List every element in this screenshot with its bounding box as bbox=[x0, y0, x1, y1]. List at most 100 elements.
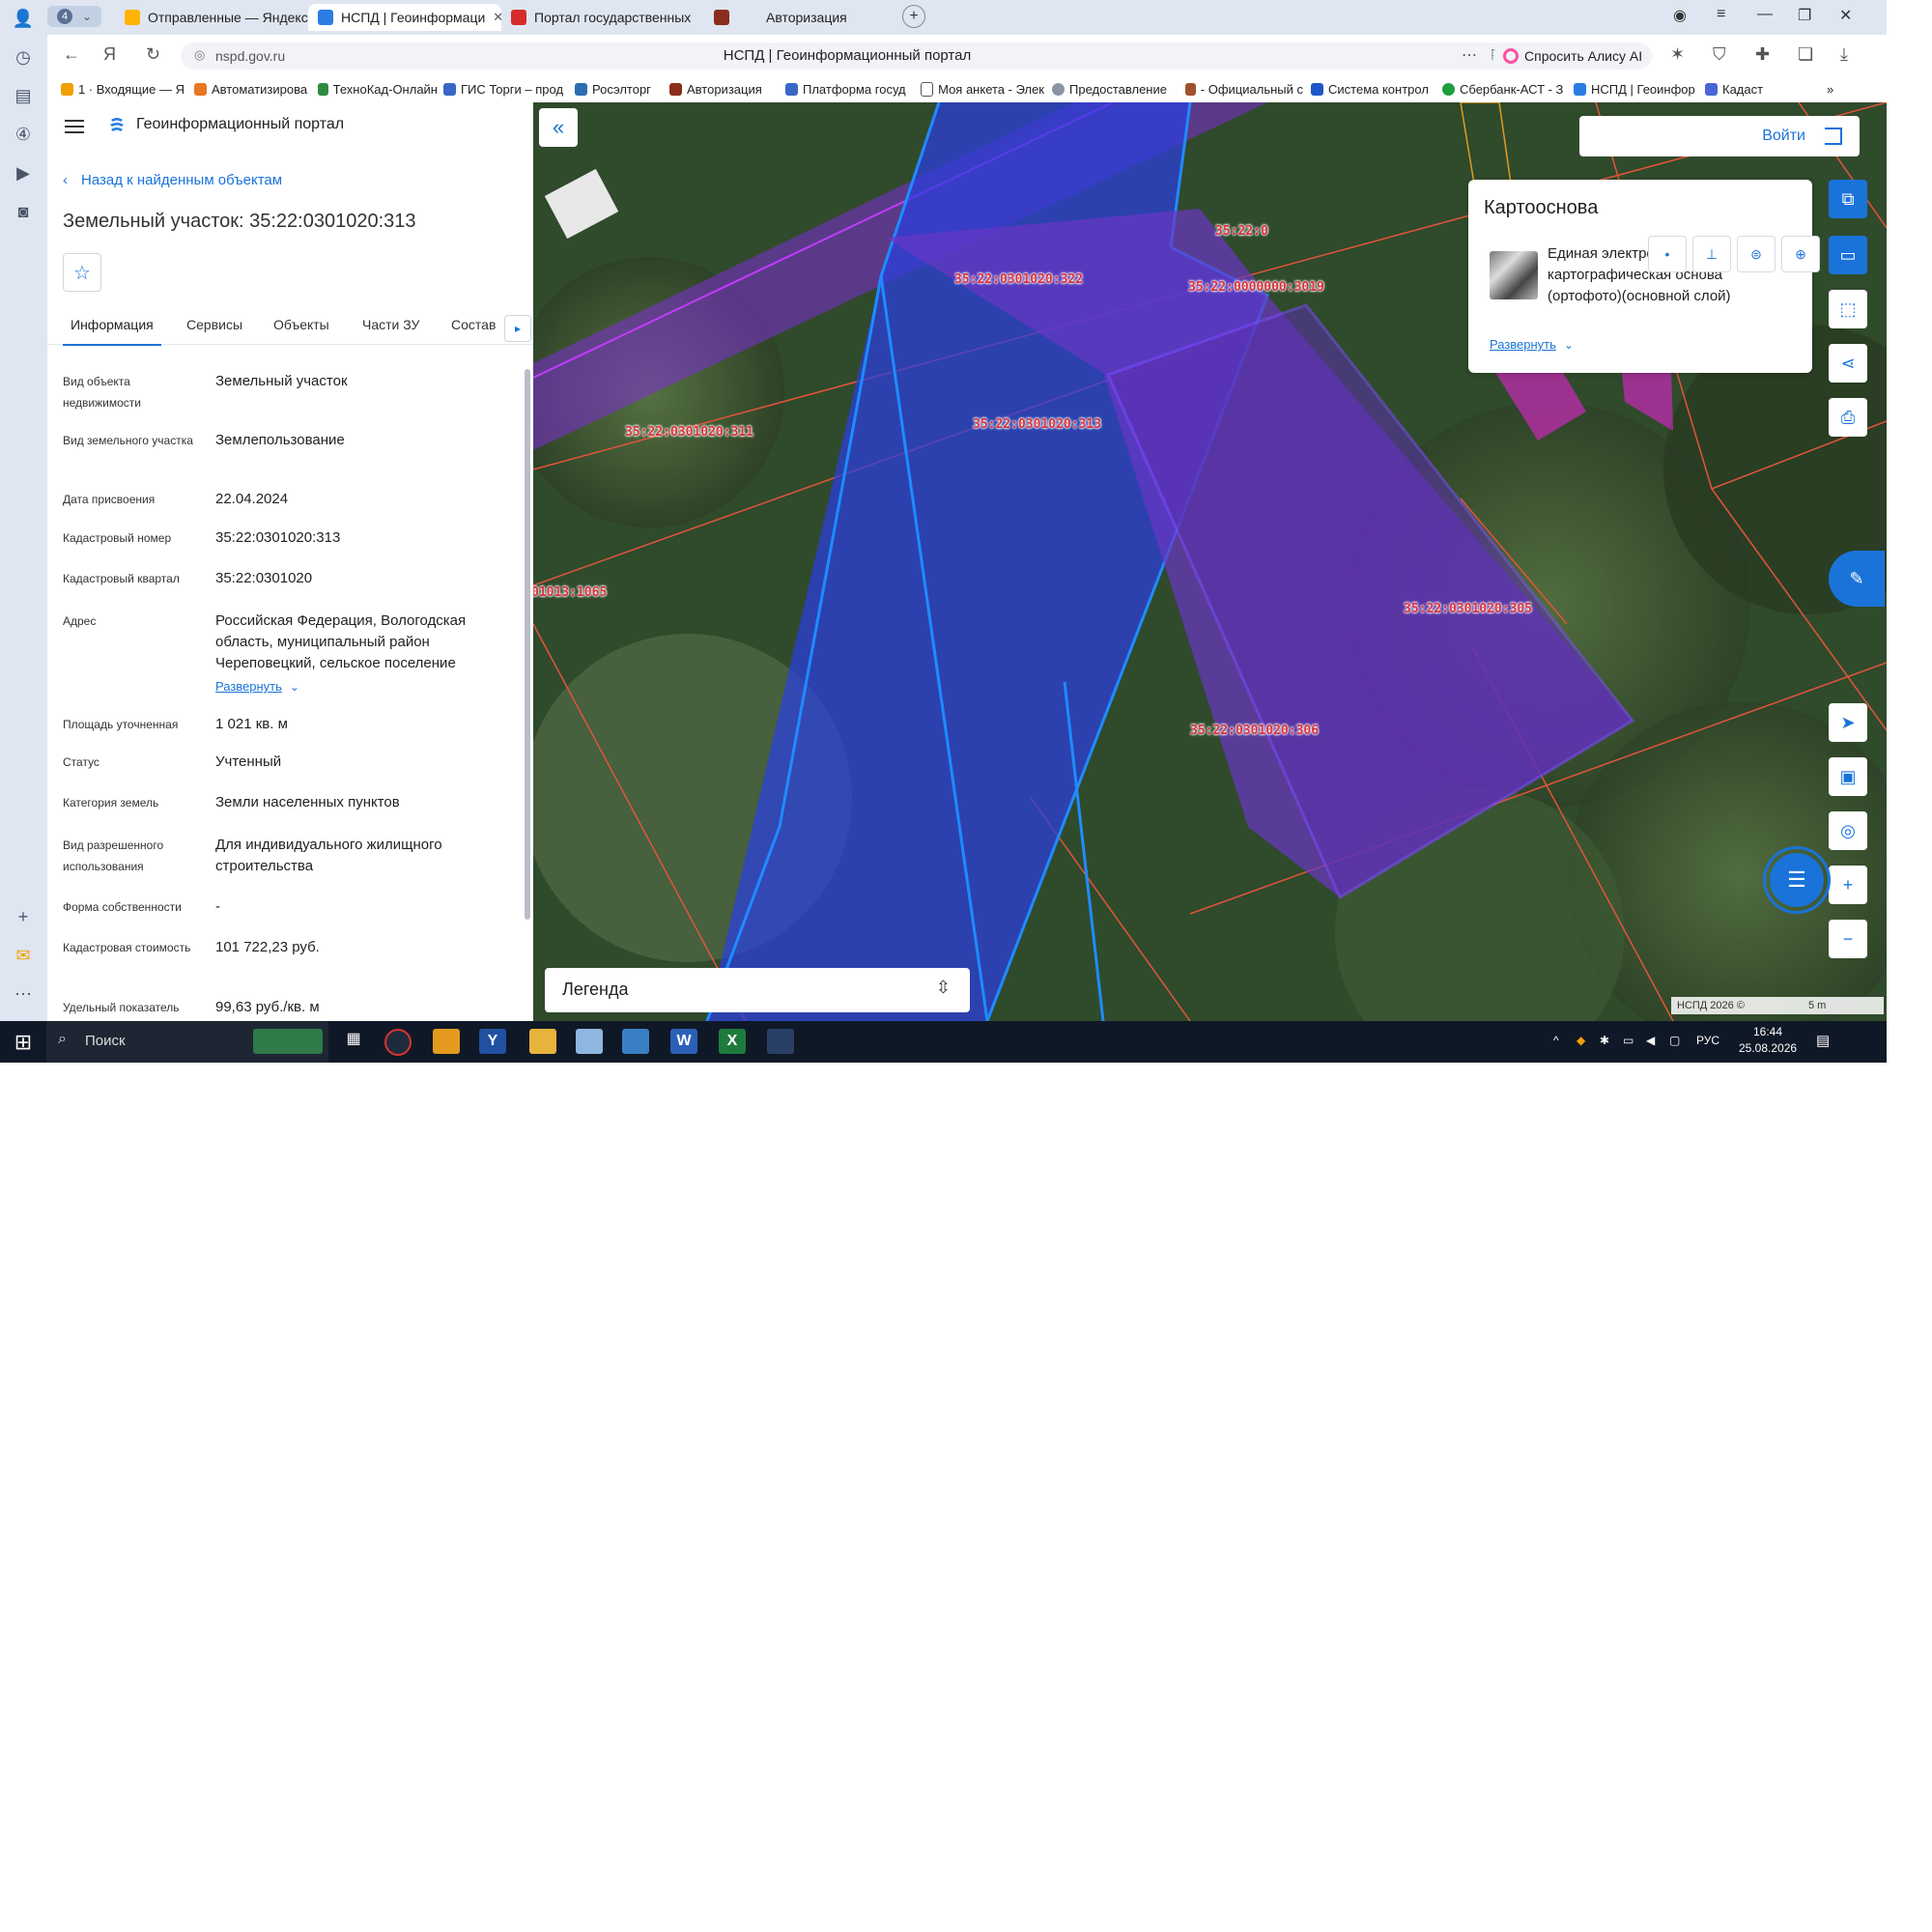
tab-nspd[interactable]: НСПД | Геоинформаци ✕ bbox=[308, 4, 501, 31]
parcel-label[interactable]: 35:22:0000000:3019 bbox=[1188, 280, 1324, 295]
tray-app-icon[interactable]: ◆ bbox=[1577, 1034, 1585, 1047]
bookmark-item[interactable]: Кадаст bbox=[1705, 82, 1773, 97]
tool-icon[interactable]: ✶ bbox=[1670, 44, 1685, 65]
collections-icon[interactable]: ▤ bbox=[11, 83, 36, 108]
basemap-dot-button[interactable]: • bbox=[1648, 236, 1687, 272]
tabs-count-icon[interactable]: ④ bbox=[11, 122, 36, 147]
yandex-browser-icon[interactable]: Y bbox=[479, 1029, 506, 1054]
zoom-out-button[interactable]: − bbox=[1829, 920, 1867, 958]
menu-icon[interactable]: ≡ bbox=[1717, 6, 1725, 23]
tray-volume-icon[interactable]: ◀ bbox=[1646, 1034, 1655, 1047]
history-icon[interactable]: ◷ bbox=[11, 44, 36, 70]
tray-bluetooth-icon[interactable]: ✱ bbox=[1600, 1034, 1609, 1047]
bookmark-item[interactable]: ТехноКад-Онлайн bbox=[318, 82, 438, 97]
geolocate-button[interactable]: ◎ bbox=[1829, 811, 1867, 850]
bookmark-item[interactable]: Система контрол bbox=[1311, 82, 1435, 97]
login-button[interactable]: Войти bbox=[1579, 116, 1860, 156]
parcel-label[interactable]: 35:22:0301020:322 bbox=[954, 272, 1083, 287]
basemap-thumbnail[interactable] bbox=[1490, 251, 1538, 299]
bookmark-item[interactable]: Росэлторг bbox=[575, 82, 664, 97]
downloads-icon[interactable]: ⤓ bbox=[1840, 44, 1848, 65]
add-panel-icon[interactable]: + bbox=[11, 904, 36, 929]
tab-mail[interactable]: Отправленные — Яндекс bbox=[115, 4, 318, 31]
extensions-icon[interactable]: ✚ bbox=[1755, 44, 1770, 65]
bookmark-item[interactable]: НСПД | Геоинфор bbox=[1574, 82, 1699, 97]
back-icon[interactable]: ← bbox=[63, 44, 80, 65]
tab-gosuslugi[interactable]: Портал государственных bbox=[501, 4, 695, 31]
url-field[interactable]: ◎ nspd.gov.ru НСПД | Геоинформационный п… bbox=[181, 43, 1514, 70]
tray-chat-icon[interactable]: ▭ bbox=[1623, 1034, 1634, 1047]
hamburger-menu-icon[interactable] bbox=[65, 120, 84, 133]
tab-count-button[interactable]: 4 ⌄ bbox=[47, 6, 101, 27]
layers-button[interactable]: ⧉ bbox=[1829, 180, 1867, 218]
zoom-in-button[interactable]: + bbox=[1829, 866, 1867, 904]
clock[interactable]: 16:44 25.08.2026 bbox=[1739, 1025, 1797, 1055]
tab-auth[interactable]: Авторизация bbox=[704, 4, 897, 31]
address-expand-link[interactable]: Развернуть ⌄ bbox=[215, 676, 507, 697]
print-button[interactable]: ⎙ bbox=[1829, 398, 1867, 437]
app-orange-icon[interactable] bbox=[433, 1029, 460, 1054]
play-icon[interactable]: ▶ bbox=[11, 160, 36, 185]
new-tab-button[interactable]: + bbox=[902, 5, 925, 28]
extensions-shield-icon[interactable]: ◉ bbox=[1673, 6, 1687, 25]
close-tab-icon[interactable]: ✕ bbox=[493, 10, 501, 25]
my-location-button[interactable]: ➤ bbox=[1829, 703, 1867, 742]
excel-icon[interactable]: X bbox=[719, 1029, 746, 1054]
tab-objects[interactable]: Объекты bbox=[273, 317, 329, 332]
tray-network-icon[interactable]: ▢ bbox=[1669, 1034, 1680, 1047]
reading-icon[interactable]: ❏ bbox=[1798, 44, 1813, 65]
side-widget-button[interactable]: ✎ bbox=[1829, 551, 1885, 607]
weather-widget-icon[interactable] bbox=[253, 1029, 323, 1054]
tray-expand-icon[interactable]: ^ bbox=[1553, 1034, 1559, 1047]
explorer-icon[interactable] bbox=[529, 1029, 556, 1054]
select-area-button[interactable]: ⬚ bbox=[1829, 290, 1867, 328]
more-icon[interactable]: ⋯ bbox=[11, 981, 36, 1007]
app-d-icon[interactable] bbox=[767, 1029, 794, 1054]
windows-start-icon[interactable]: ⊞ bbox=[0, 1021, 46, 1063]
parcel-label[interactable]: 35:22:0 bbox=[1215, 224, 1268, 239]
app-jar-icon[interactable] bbox=[576, 1029, 603, 1054]
bookmark-item[interactable]: Авторизация bbox=[669, 82, 778, 97]
bookmark-item[interactable]: ГИС Торги – прод bbox=[443, 82, 567, 97]
minimap-button[interactable]: ▣ bbox=[1829, 757, 1867, 796]
basemap-ruler-icon[interactable]: ⊥ bbox=[1692, 236, 1731, 272]
bookmark-item[interactable]: Сбербанк-АСТ - З bbox=[1442, 82, 1566, 97]
basemap-expand-link[interactable]: Развернуть ⌄ bbox=[1490, 336, 1574, 354]
favorite-star-button[interactable]: ☆ bbox=[63, 253, 101, 292]
task-view-icon[interactable]: ▦ bbox=[340, 1029, 367, 1054]
screenshot-icon[interactable]: ◙ bbox=[11, 199, 36, 224]
chat-support-button[interactable]: ☰ bbox=[1763, 846, 1831, 914]
bookmark-item[interactable]: Предоставление bbox=[1052, 82, 1176, 97]
tabs-scroll-right-button[interactable]: ▸ bbox=[504, 315, 531, 342]
basemap-layer-icon[interactable]: ⊜ bbox=[1737, 236, 1776, 272]
bookmark-item[interactable]: Автоматизирова bbox=[194, 82, 310, 97]
basemap-pin-icon[interactable]: ⊕ bbox=[1781, 236, 1820, 272]
tab-composition[interactable]: Состав bbox=[451, 317, 496, 332]
tab-parts[interactable]: Части ЗУ bbox=[362, 317, 419, 332]
word-icon[interactable]: W bbox=[670, 1029, 697, 1054]
bookmark-item[interactable]: Моя анкета - Элек bbox=[921, 82, 1044, 97]
app-c-icon[interactable] bbox=[384, 1029, 412, 1056]
ask-alice-button[interactable]: Спросить Алису AI bbox=[1493, 43, 1653, 70]
more-actions-icon[interactable]: ⋯ bbox=[1462, 45, 1477, 65]
parcel-label[interactable]: 01013:1065 bbox=[533, 585, 607, 600]
bookmarks-more-icon[interactable]: » bbox=[1827, 82, 1833, 97]
language-indicator[interactable]: РУС bbox=[1696, 1034, 1719, 1047]
parcel-label-selected[interactable]: 35:22:0301020:313 bbox=[973, 417, 1101, 432]
bookmark-item[interactable]: Платформа госуд bbox=[785, 82, 913, 97]
tab-info[interactable]: Информация bbox=[63, 317, 161, 346]
share-button[interactable]: ⋖ bbox=[1829, 344, 1867, 383]
parcel-label[interactable]: 35:22:0301020:306 bbox=[1190, 724, 1319, 738]
collapse-panel-button[interactable]: « bbox=[539, 108, 578, 147]
bookmark-item[interactable]: - Официальный с bbox=[1185, 82, 1303, 97]
mail-icon[interactable]: ✉ bbox=[11, 943, 36, 968]
map-view[interactable]: 01013:1065 35:22:0301020:311 35:22:03010… bbox=[533, 102, 1887, 1021]
tab-services[interactable]: Сервисы bbox=[186, 317, 242, 332]
measure-button[interactable]: ▭ bbox=[1829, 236, 1867, 274]
panel-scrollbar[interactable] bbox=[524, 355, 531, 935]
yandex-icon[interactable]: Я bbox=[103, 44, 116, 65]
profile-icon[interactable]: 👤 bbox=[11, 6, 36, 31]
parcel-label[interactable]: 35:22:0301020:311 bbox=[625, 425, 753, 440]
shield-icon[interactable]: ⛉ bbox=[1713, 44, 1726, 65]
close-window-button[interactable]: ✕ bbox=[1839, 6, 1852, 25]
